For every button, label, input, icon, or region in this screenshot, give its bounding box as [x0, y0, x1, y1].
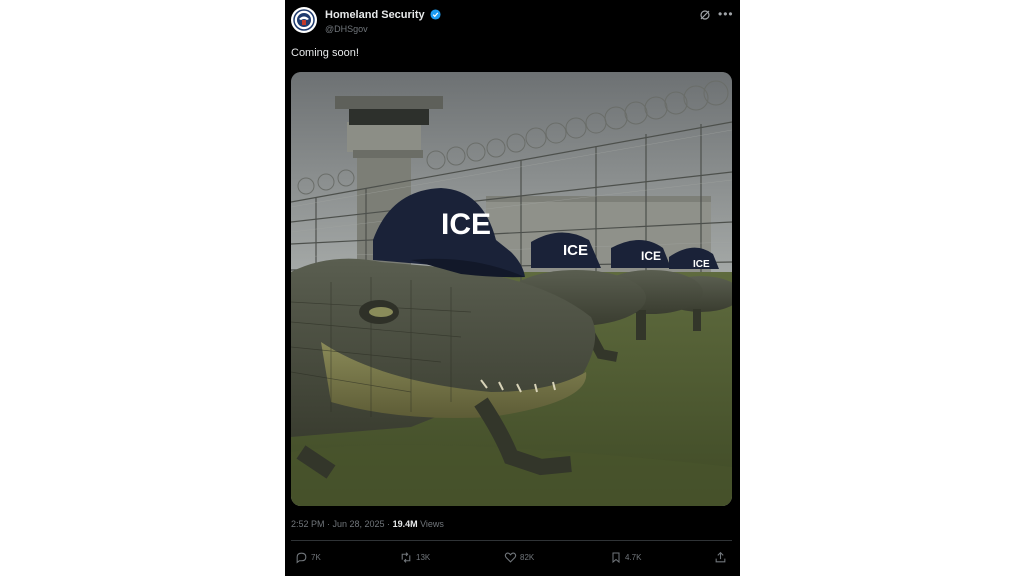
tweet-text: Coming soon! — [291, 47, 359, 59]
action-bar: 7K 13K 82K 4.7K — [285, 551, 740, 571]
hat-text-4: ICE — [693, 259, 710, 270]
hat-text-3: ICE — [641, 249, 661, 263]
hat-text-2: ICE — [563, 242, 588, 259]
repost-button[interactable]: 13K — [399, 551, 430, 564]
share-icon — [715, 551, 726, 563]
repost-icon — [401, 552, 411, 563]
tweet-card[interactable]: Homeland Security @DHSgov ••• Coming soo… — [285, 0, 740, 576]
bookmark-icon — [612, 552, 620, 564]
like-count: 82K — [520, 553, 535, 562]
alligators-in-ice-caps-image: ICE ICE ICE ICE — [291, 72, 732, 506]
hat-text-main: ICE — [441, 208, 491, 241]
reply-button[interactable]: 7K — [295, 551, 321, 564]
reply-icon — [296, 552, 307, 564]
heart-icon — [504, 552, 517, 563]
dhs-seal-icon — [293, 9, 315, 31]
share-button[interactable] — [714, 551, 727, 564]
post-time[interactable]: 2:52 PM · Jun 28, 2025 · — [291, 519, 393, 529]
bookmark-count: 4.7K — [625, 553, 642, 562]
view-count: 19.4M — [392, 519, 418, 529]
timestamp[interactable]: 2:52 PM · Jun 28, 2025 · 19.4M Views — [291, 519, 444, 529]
repost-count: 13K — [416, 553, 431, 562]
avatar[interactable] — [291, 7, 317, 33]
views-label: Views — [417, 519, 444, 529]
author-name-text[interactable]: Homeland Security — [325, 9, 425, 21]
author-handle[interactable]: @DHSgov — [325, 24, 368, 34]
bookmark-button[interactable]: 4.7K — [610, 551, 641, 564]
verified-badge-icon — [430, 9, 441, 20]
divider — [291, 540, 732, 541]
tweet-image[interactable]: ICE ICE ICE ICE — [291, 72, 732, 506]
like-button[interactable]: 82K — [504, 551, 534, 564]
grok-icon[interactable] — [699, 9, 711, 21]
reply-count: 7K — [311, 553, 321, 562]
more-options-icon[interactable]: ••• — [718, 7, 734, 21]
author-name[interactable]: Homeland Security — [325, 9, 441, 21]
